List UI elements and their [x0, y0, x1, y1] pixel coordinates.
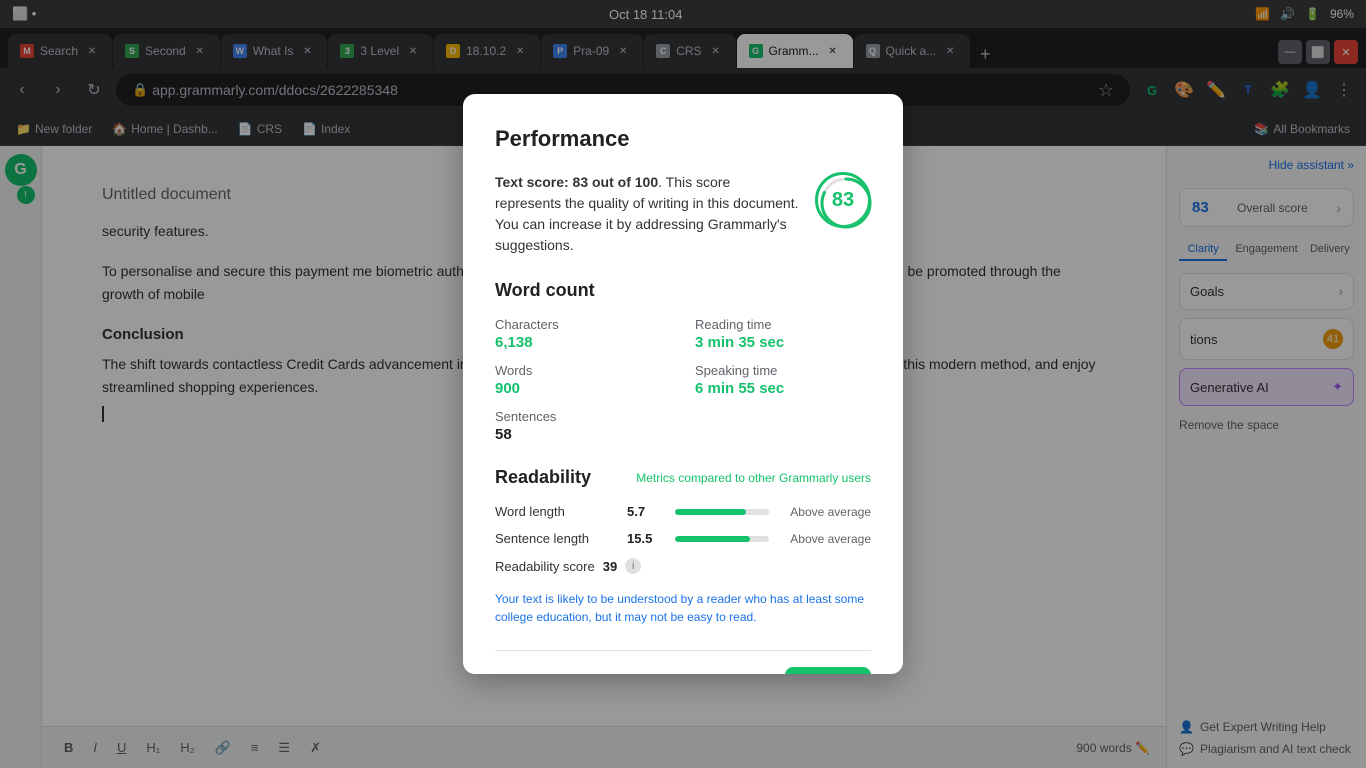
- readability-score-row: Readability score 39 i: [495, 558, 871, 574]
- text-score-description: Text score: 83 out of 100. This score re…: [495, 172, 799, 256]
- word-length-value: 5.7: [627, 504, 663, 519]
- readability-title: Readability: [495, 467, 591, 488]
- word-count-grid: Characters 6,138 Reading time 3 min 35 s…: [495, 317, 871, 443]
- word-length-bar: [675, 509, 746, 515]
- sentence-length-bar: [675, 536, 750, 542]
- modal-overlay[interactable]: Performance Text score: 83 out of 100. T…: [0, 0, 1366, 768]
- metrics-link[interactable]: Metrics compared to other Grammarly user…: [636, 471, 871, 485]
- word-length-label: Word length: [495, 504, 615, 519]
- stat-speaking-time: Speaking time 6 min 55 sec: [695, 363, 871, 397]
- sentence-length-value: 15.5: [627, 531, 663, 546]
- performance-modal: Performance Text score: 83 out of 100. T…: [463, 94, 903, 674]
- sentence-length-label: Sentence length: [495, 531, 615, 546]
- stat-characters: Characters 6,138: [495, 317, 671, 351]
- score-circle: 83: [815, 172, 871, 228]
- score-circle-svg: [818, 175, 874, 231]
- word-length-avg: Above average: [781, 505, 871, 519]
- stat-reading-time-value: 3 min 35 sec: [695, 334, 871, 351]
- word-length-row: Word length 5.7 Above average: [495, 504, 871, 519]
- stat-sentences: Sentences 58: [495, 409, 671, 443]
- modal-footer: ⬇ DOWNLOAD PDF REPORT Close: [495, 650, 871, 674]
- text-score-prefix: Text score:: [495, 174, 573, 190]
- modal-title: Performance: [495, 126, 871, 152]
- stat-words-value: 900: [495, 380, 671, 397]
- readability-score-value: 39: [603, 559, 617, 574]
- text-score-value: 83 out of 100: [573, 174, 659, 190]
- readability-note: Your text is likely to be understood by …: [495, 590, 871, 626]
- readability-info-icon[interactable]: i: [625, 558, 641, 574]
- readability-score-label: Readability score: [495, 559, 595, 574]
- stat-sentences-label: Sentences: [495, 409, 671, 424]
- stat-characters-label: Characters: [495, 317, 671, 332]
- sentence-length-bar-container: [675, 536, 769, 542]
- stat-words-label: Words: [495, 363, 671, 378]
- stat-sentences-value: 58: [495, 426, 671, 443]
- stat-speaking-time-label: Speaking time: [695, 363, 871, 378]
- word-length-bar-container: [675, 509, 769, 515]
- stat-words: Words 900: [495, 363, 671, 397]
- sentence-length-avg: Above average: [781, 532, 871, 546]
- readability-header: Readability Metrics compared to other Gr…: [495, 467, 871, 488]
- stat-reading-time-label: Reading time: [695, 317, 871, 332]
- stat-characters-value: 6,138: [495, 334, 671, 351]
- text-score-block: Text score: 83 out of 100. This score re…: [495, 172, 871, 256]
- stat-reading-time: Reading time 3 min 35 sec: [695, 317, 871, 351]
- word-count-title: Word count: [495, 280, 871, 301]
- sentence-length-row: Sentence length 15.5 Above average: [495, 531, 871, 546]
- close-modal-button[interactable]: Close: [785, 667, 871, 674]
- stat-speaking-time-value: 6 min 55 sec: [695, 380, 871, 397]
